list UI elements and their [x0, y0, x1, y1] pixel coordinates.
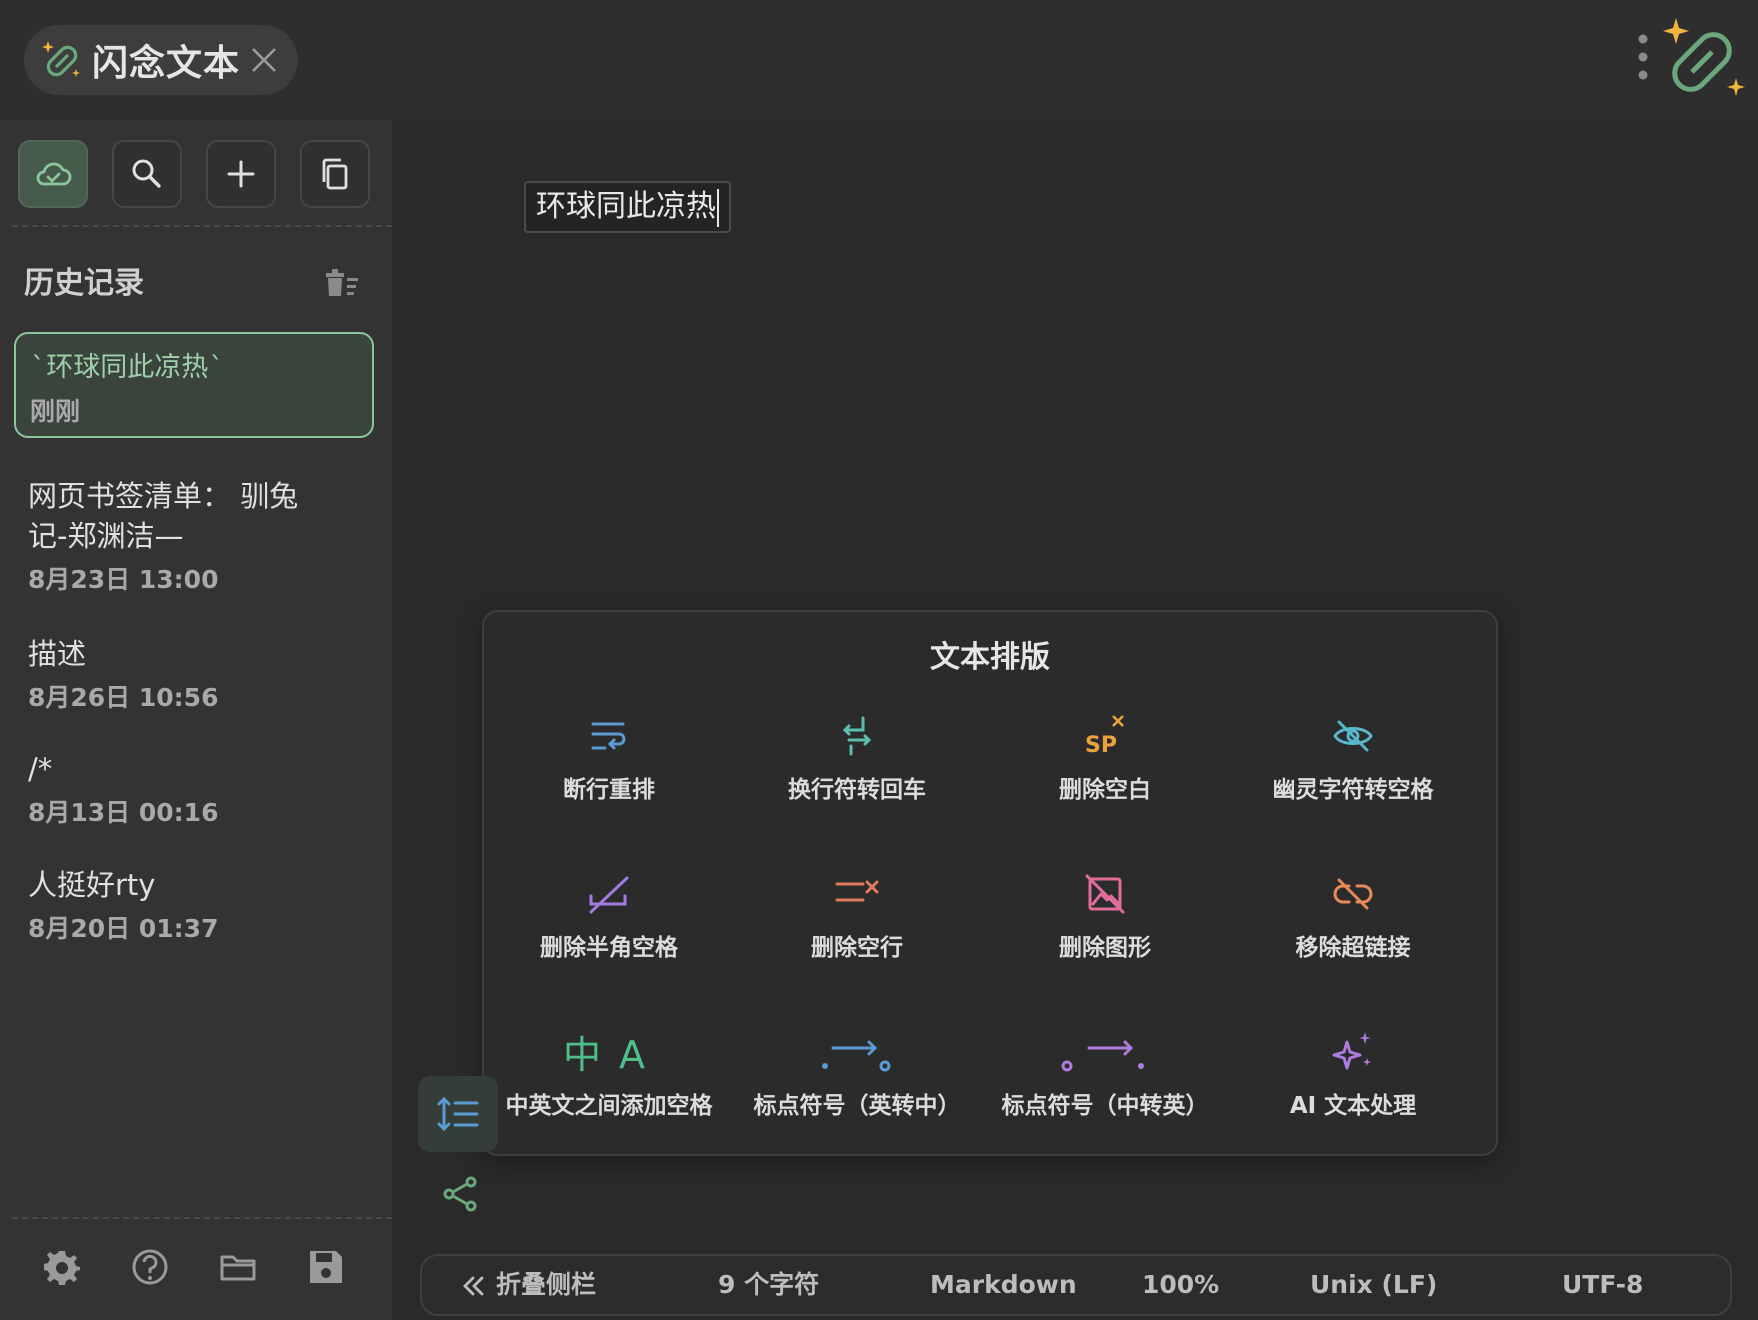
- line-spacing-icon: [437, 1096, 479, 1132]
- action-punct-zh-to-en[interactable]: 标点符号（中转英）: [980, 1028, 1230, 1138]
- sidebar-footer: [0, 1235, 392, 1305]
- svg-text:中: 中: [563, 1033, 601, 1076]
- action-label: AI 文本处理: [1289, 1093, 1417, 1119]
- action-label: 标点符号（中转英）: [1001, 1093, 1209, 1119]
- history-item[interactable]: 描述 8月26日 10:56: [14, 620, 374, 728]
- action-label: 中英文之间添加空格: [505, 1093, 713, 1119]
- action-remove-empty-lines[interactable]: 删除空行: [732, 870, 982, 980]
- char-count: 9 个字符: [718, 1270, 820, 1299]
- divider: [12, 1217, 392, 1219]
- title-bar: 闪念文本: [0, 0, 1758, 120]
- punct-en-to-zh-icon: [822, 1040, 891, 1072]
- collapse-sidebar-button[interactable]: 折叠侧栏: [460, 1256, 596, 1314]
- folder-icon[interactable]: [216, 1245, 260, 1289]
- new-note-button[interactable]: [206, 140, 276, 208]
- history-item-text: `环球同此凉热`: [30, 352, 225, 383]
- divider: [12, 225, 392, 227]
- search-icon: [132, 159, 161, 188]
- search-button[interactable]: [112, 140, 182, 208]
- ghost-char-icon: [1333, 720, 1373, 752]
- action-label: 删除半角空格: [540, 935, 678, 961]
- action-remove-whitespace[interactable]: SP 删除空白: [980, 712, 1230, 822]
- action-label: 删除空行: [811, 935, 903, 961]
- plus-icon: [227, 160, 255, 188]
- history-title: 历史记录: [24, 266, 144, 301]
- history-item-selected[interactable]: `环球同此凉热` 刚刚: [14, 332, 374, 438]
- history-item-text: 人挺好rty: [28, 868, 156, 902]
- history-item-time: 8月26日 10:56: [28, 683, 219, 712]
- help-icon[interactable]: [128, 1245, 172, 1289]
- save-icon[interactable]: [304, 1245, 348, 1289]
- zoom-level[interactable]: 100%: [1142, 1256, 1219, 1314]
- svg-text:SP: SP: [1085, 733, 1117, 758]
- copy-button[interactable]: [300, 140, 370, 208]
- action-ghost-char[interactable]: 幽灵字符转空格: [1228, 712, 1478, 822]
- cjk-spacing-icon: 中 A: [563, 1033, 645, 1076]
- history-item-time: 8月20日 01:37: [28, 914, 219, 943]
- ai-sparkle-icon: [1332, 1032, 1371, 1070]
- action-label: 断行重排: [563, 777, 655, 803]
- history-item-text: 网页书签清单： 驯兔记-郑渊洁—: [28, 479, 299, 553]
- rewrap-icon: [591, 722, 626, 750]
- action-newline-to-return[interactable]: 换行符转回车: [732, 712, 982, 822]
- action-rewrap[interactable]: 断行重排: [484, 712, 734, 822]
- action-label: 删除空白: [1059, 777, 1151, 803]
- syntax-mode[interactable]: Markdown: [930, 1256, 1077, 1314]
- more-menu-icon[interactable]: [1636, 32, 1650, 82]
- action-unlink[interactable]: 移除超链接: [1228, 870, 1478, 980]
- text-caret: [717, 189, 719, 227]
- history-item-time: 8月13日 00:16: [28, 798, 219, 827]
- history-item[interactable]: /* 8月13日 00:16: [14, 735, 374, 843]
- line-ending[interactable]: Unix (LF): [1310, 1256, 1437, 1314]
- collapse-label: 折叠侧栏: [496, 1270, 597, 1299]
- cloud-sync-button[interactable]: [18, 140, 88, 208]
- action-label: 标点符号（英转中）: [753, 1093, 961, 1119]
- history-item-time: 刚刚: [30, 397, 81, 426]
- editor-input[interactable]: 环球同此凉热: [524, 181, 731, 233]
- punct-zh-to-en-icon: [1061, 1040, 1144, 1072]
- share-icon[interactable]: [440, 1174, 480, 1214]
- svg-text:A: A: [619, 1033, 645, 1076]
- action-remove-image[interactable]: 删除图形: [980, 870, 1230, 980]
- text-format-button[interactable]: [418, 1076, 498, 1152]
- cloud-check-icon: [36, 162, 72, 186]
- history-item-text: 描述: [28, 637, 87, 671]
- action-label: 幽灵字符转空格: [1272, 777, 1434, 803]
- remove-halfwidth-space-icon: [589, 876, 629, 914]
- sidebar: 历史记录 `环球同此凉热` 刚刚 网页书签清单： 驯兔记-郑渊洁— 8月23日 …: [0, 120, 392, 1320]
- action-label: 删除图形: [1059, 935, 1151, 961]
- history-item-time: 8月23日 13:00: [28, 565, 219, 594]
- action-label: 换行符转回车: [788, 777, 926, 803]
- history-item[interactable]: 网页书签清单： 驯兔记-郑渊洁— 8月23日 13:00: [14, 462, 314, 610]
- remove-whitespace-icon: SP: [1085, 715, 1124, 758]
- action-label: 移除超链接: [1295, 935, 1411, 961]
- newline-to-return-icon: [842, 716, 872, 756]
- action-cjk-spacing[interactable]: 中 A 中英文之间添加空格: [484, 1028, 734, 1138]
- status-bar: 折叠侧栏 9 个字符 Markdown 100% Unix (LF) UTF-8: [420, 1254, 1732, 1316]
- app-pill-icon: [42, 41, 80, 77]
- close-icon[interactable]: [248, 44, 280, 76]
- editor-content: 环球同此凉热: [536, 189, 716, 224]
- clear-history-icon[interactable]: [322, 262, 362, 302]
- history-item[interactable]: 人挺好rty 8月20日 01:37: [14, 851, 374, 959]
- remove-empty-lines-icon: [835, 880, 879, 902]
- document-tab[interactable]: 闪念文本: [24, 25, 298, 95]
- app-logo-icon: [1663, 18, 1745, 96]
- gear-icon[interactable]: [40, 1245, 84, 1289]
- action-remove-halfwidth-space[interactable]: 删除半角空格: [484, 870, 734, 980]
- unlink-icon: [1333, 878, 1373, 910]
- panel-title: 文本排版: [930, 640, 1050, 675]
- history-item-text: /*: [28, 752, 53, 786]
- encoding[interactable]: UTF-8: [1562, 1256, 1643, 1314]
- text-formatting-panel: 文本排版 断行重排 换行符转回车 SP 删除空白 幽灵字符转空格 删除半角空格 …: [482, 610, 1498, 1156]
- action-ai-process[interactable]: AI 文本处理: [1228, 1028, 1478, 1138]
- copy-icon: [322, 158, 348, 190]
- action-punct-en-to-zh[interactable]: 标点符号（英转中）: [732, 1028, 982, 1138]
- tab-title: 闪念文本: [92, 43, 241, 84]
- remove-image-icon: [1085, 874, 1125, 914]
- double-chevron-left-icon: [463, 1276, 484, 1296]
